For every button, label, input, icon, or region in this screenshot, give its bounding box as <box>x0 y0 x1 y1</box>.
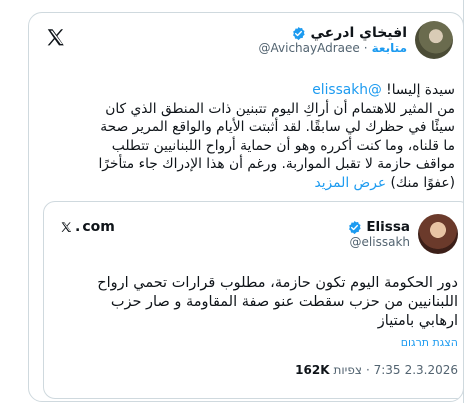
post-line-last: (عفوًا منك) عرض المزيد <box>314 174 455 191</box>
x-logo-icon[interactable] <box>45 27 67 49</box>
quoted-text: دور الحكومة اليوم تكون حازمة، مطلوب قرار… <box>97 274 458 331</box>
separator-dot: · <box>363 41 368 55</box>
author-name[interactable]: افيخاي ادرعي <box>310 25 407 41</box>
post-time: 7:35 · <box>365 363 401 377</box>
show-more-link[interactable]: عرض المزيد <box>314 175 386 191</box>
source-label: . com <box>60 219 115 235</box>
author-handle[interactable]: @AvichayAdraee <box>259 41 360 55</box>
post-author[interactable]: افيخاي ادرعي @AvichayAdraee · متابعة <box>259 21 453 59</box>
post-line: سيدة إليسا! @elissakh <box>312 82 455 98</box>
source-domain: com <box>82 219 115 235</box>
author-names: افيخاي ادرعي @AvichayAdraee · متابعة <box>259 25 408 55</box>
quoted-author-avatar[interactable] <box>418 214 458 254</box>
quoted-post[interactable]: . com Elissa @elissakh دور الحكومة اليوم … <box>43 201 463 399</box>
quoted-author-names: Elissa @elissakh <box>347 219 410 249</box>
post-meta: 2.3.2026 7:35 · צפיות 162K <box>295 363 458 377</box>
quoted-line: اللبنانيين من حزب سقطت عنو صفة المقاومة … <box>110 294 458 310</box>
post-line: ما قلناه، وما كنت أكرره وهو أن حماية أرو… <box>111 137 455 154</box>
mention-link[interactable]: @elissakh <box>312 82 382 98</box>
post-line: سيئًا في حظرك لي سابقًا. لقد أثبتت الأيا… <box>100 119 455 135</box>
verified-badge-icon <box>293 26 306 40</box>
verified-badge-icon <box>349 220 361 234</box>
quoted-line: دور الحكومة اليوم تكون حازمة، مطلوب قرار… <box>97 275 458 291</box>
views-count: 162K <box>295 363 330 377</box>
post-text: سيدة إليسا! @elissakh من المثير للاهتمام… <box>43 81 455 192</box>
post-line: مواقف حازمة لا تقبل المواربة. ورغم أن هذ… <box>98 156 455 172</box>
post-date[interactable]: 2.3.2026 <box>405 363 458 377</box>
post-line: من المثير للاهتمام أن أراكِ اليوم تتبنين… <box>105 100 455 117</box>
x-logo-icon <box>61 221 72 232</box>
quoted-author[interactable]: Elissa @elissakh <box>347 214 458 254</box>
follow-button[interactable]: متابعة <box>372 41 407 55</box>
show-translation-link[interactable]: הצגת תרגום <box>401 336 458 349</box>
post-card: افيخاي ادرعي @AvichayAdraee · متابعة سيد… <box>28 12 464 402</box>
quoted-author-name[interactable]: Elissa <box>366 219 410 235</box>
quoted-line: ارهابي بامتياز <box>377 313 458 329</box>
author-avatar[interactable] <box>415 21 453 59</box>
views-label: צפיות <box>333 363 362 377</box>
quoted-author-handle[interactable]: @elissakh <box>350 235 410 249</box>
